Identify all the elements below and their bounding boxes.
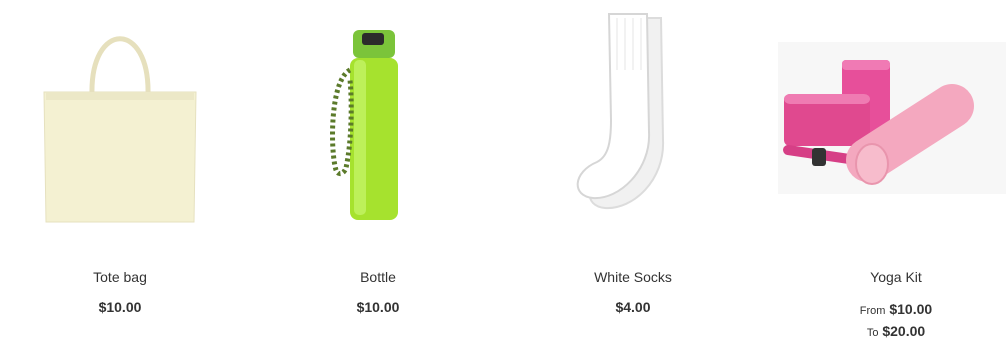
product-card-tote-bag[interactable]: Tote bag $10.00	[0, 0, 240, 338]
price-from: $10.00	[889, 301, 933, 317]
product-card-white-socks[interactable]: White Socks $4.00	[513, 0, 753, 338]
socks-image[interactable]	[513, 0, 753, 240]
product-card-yoga-kit[interactable]: Yoga Kit From $10.00 To $20.00	[776, 0, 1006, 339]
price-from-label: From	[859, 305, 886, 317]
product-name[interactable]: Bottle	[258, 269, 498, 285]
yoga-kit-image[interactable]	[776, 0, 1006, 240]
price-to: $20.00	[882, 323, 926, 339]
product-name[interactable]: Tote bag	[0, 269, 240, 285]
product-price: $4.00	[615, 299, 651, 315]
product-price: $10.00	[98, 299, 142, 315]
bottle-image[interactable]	[258, 0, 498, 240]
product-grid: Tote bag $10.00 Bottle $10.00 White Sock…	[0, 0, 1006, 339]
product-name[interactable]: Yoga Kit	[776, 269, 1006, 285]
product-price-range: From $10.00 To $20.00	[776, 299, 1006, 343]
tote-bag-image[interactable]	[0, 0, 240, 240]
product-card-bottle[interactable]: Bottle $10.00	[258, 0, 498, 338]
product-name[interactable]: White Socks	[513, 269, 753, 285]
product-price: $10.00	[356, 299, 400, 315]
price-to-label: To	[866, 327, 879, 339]
